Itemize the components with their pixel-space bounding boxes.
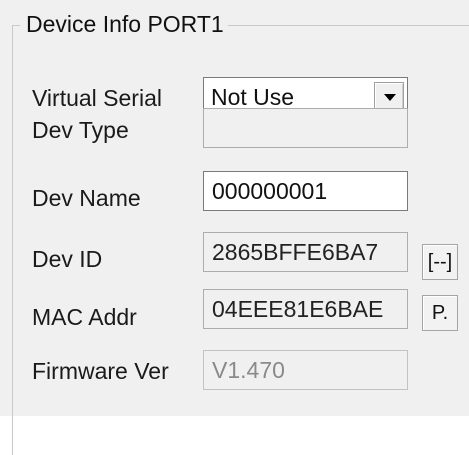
virtual-serial-label: Virtual Serial: [32, 85, 162, 111]
chevron-down-icon: [384, 94, 396, 101]
mac-addr-label: MAC Addr: [32, 304, 137, 330]
dev-id-field[interactable]: 2865BFFE6BA7: [203, 232, 408, 272]
device-info-panel: Device Info PORT1 Virtual Serial Not Use…: [0, 0, 469, 455]
dev-name-label: Dev Name: [32, 185, 141, 211]
groupbox-title: Device Info PORT1: [20, 10, 228, 38]
dev-name-field[interactable]: 000000001: [203, 171, 408, 211]
firmware-ver-label: Firmware Ver: [32, 358, 169, 384]
dev-type-field[interactable]: [203, 108, 408, 148]
dev-type-label: Dev Type: [32, 117, 129, 143]
firmware-ver-field: V1.470: [203, 350, 408, 390]
dev-id-action-button[interactable]: [--]: [422, 244, 458, 280]
mac-addr-field[interactable]: 04EEE81E6BAE: [203, 289, 408, 329]
dev-id-label: Dev ID: [32, 246, 103, 272]
mac-addr-action-button[interactable]: P.: [422, 295, 458, 331]
